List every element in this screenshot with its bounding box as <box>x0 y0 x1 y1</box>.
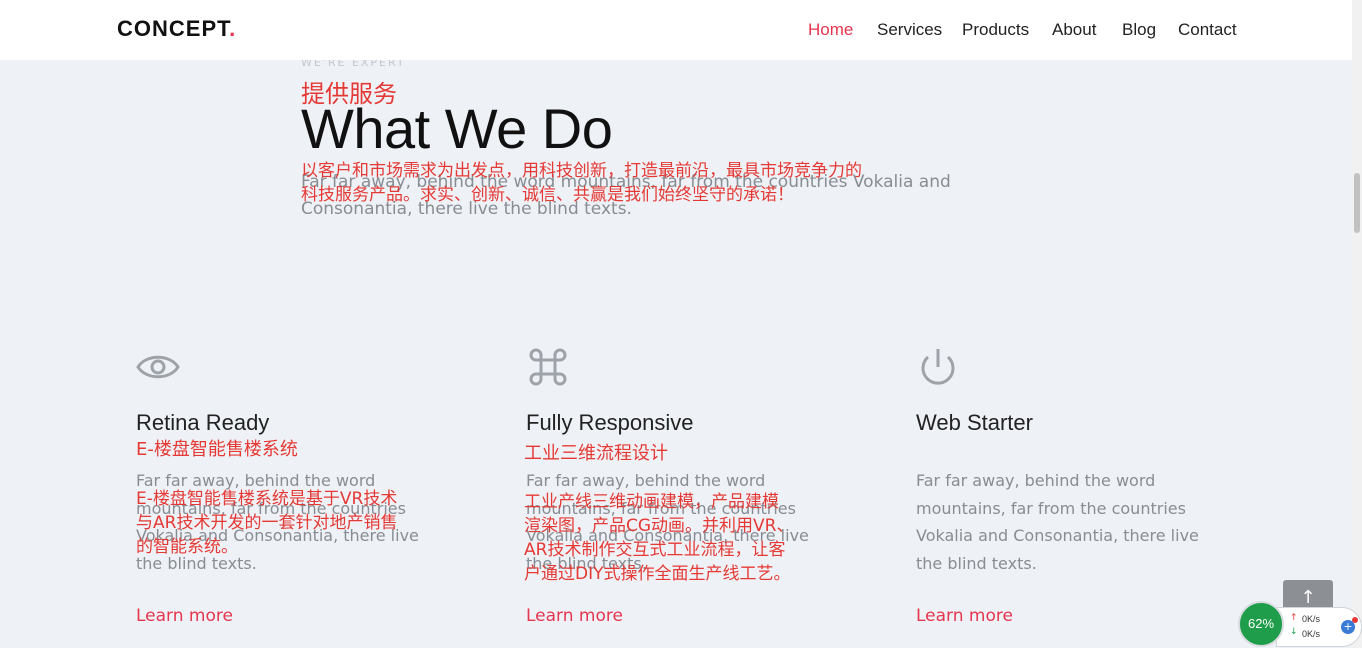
main-nav: Home Services Products About Blog Contac… <box>0 20 1352 44</box>
feature-body: Far far away, behind the word mountains,… <box>916 471 1199 573</box>
command-icon <box>529 348 567 386</box>
feature-title: Fully Responsive <box>526 410 694 435</box>
nav-item-about[interactable]: About <box>1052 20 1096 40</box>
nav-item-services[interactable]: Services <box>877 20 942 40</box>
navbar: CONCEPT. Home Services Products About Bl… <box>0 0 1352 60</box>
learn-more-link[interactable]: Learn more <box>916 606 1013 626</box>
upload-arrow-icon: ↑ <box>1290 613 1298 623</box>
nav-item-products[interactable]: Products <box>962 20 1029 40</box>
section-title: What We Do <box>301 97 613 160</box>
download-speed: 0K/s <box>1302 629 1321 639</box>
feature-body-cn-line-4: 户通过DIY式操作全面生产线工艺。 <box>524 564 791 584</box>
feature-title: Web Starter <box>916 410 1033 435</box>
feature-title-cn: 工业三维流程设计 <box>524 443 668 464</box>
power-icon <box>921 349 955 385</box>
section-lead-cn-line-1: 以客户和市场需求为出发点，用科技创新，打造最前沿，最具市场竞争力的 <box>301 161 862 181</box>
nav-item-blog[interactable]: Blog <box>1122 20 1156 40</box>
learn-more-link[interactable]: Learn more <box>136 606 233 626</box>
nav-item-home[interactable]: Home <box>808 20 853 40</box>
nav-item-contact[interactable]: Contact <box>1178 20 1237 40</box>
feature-title: Retina Ready <box>136 410 270 435</box>
feature-body-cn-line-3: 的智能系统。 <box>136 537 238 557</box>
page-scrollbar[interactable] <box>1352 0 1362 648</box>
memory-gauge[interactable]: 62% <box>1238 601 1284 647</box>
feature-body-cn-line-2: 渲染图，产品CG动画。并利用VR、 <box>524 516 794 536</box>
feature-body-cn-line-2: 与AR技术开发的一套针对地产销售 <box>136 513 398 533</box>
feature-body-cn-line-3: AR技术制作交互式工业流程，让客 <box>524 540 786 560</box>
feature-title-cn: E-楼盘智能售楼系统 <box>136 439 298 460</box>
feature-body-cn-line-1: E-楼盘智能售楼系统是基于VR技术 <box>136 489 398 509</box>
upload-speed: 0K/s <box>1302 614 1321 624</box>
network-speed-widget[interactable]: ↑ ↓ 0K/s 0K/s + 62% <box>1238 600 1362 648</box>
learn-more-link[interactable]: Learn more <box>526 606 623 626</box>
eye-icon <box>136 355 180 379</box>
feature-body-cn-line-1: 工业产线三维动画建模，产品建模 <box>524 492 779 512</box>
section-lead-cn-line-2: 科技服务产品。求实、创新、诚信、共赢是我们始终坚守的承诺！ <box>301 185 794 205</box>
notification-dot <box>1352 617 1358 623</box>
download-arrow-icon: ↓ <box>1290 627 1298 637</box>
scrollbar-thumb[interactable] <box>1354 173 1360 233</box>
